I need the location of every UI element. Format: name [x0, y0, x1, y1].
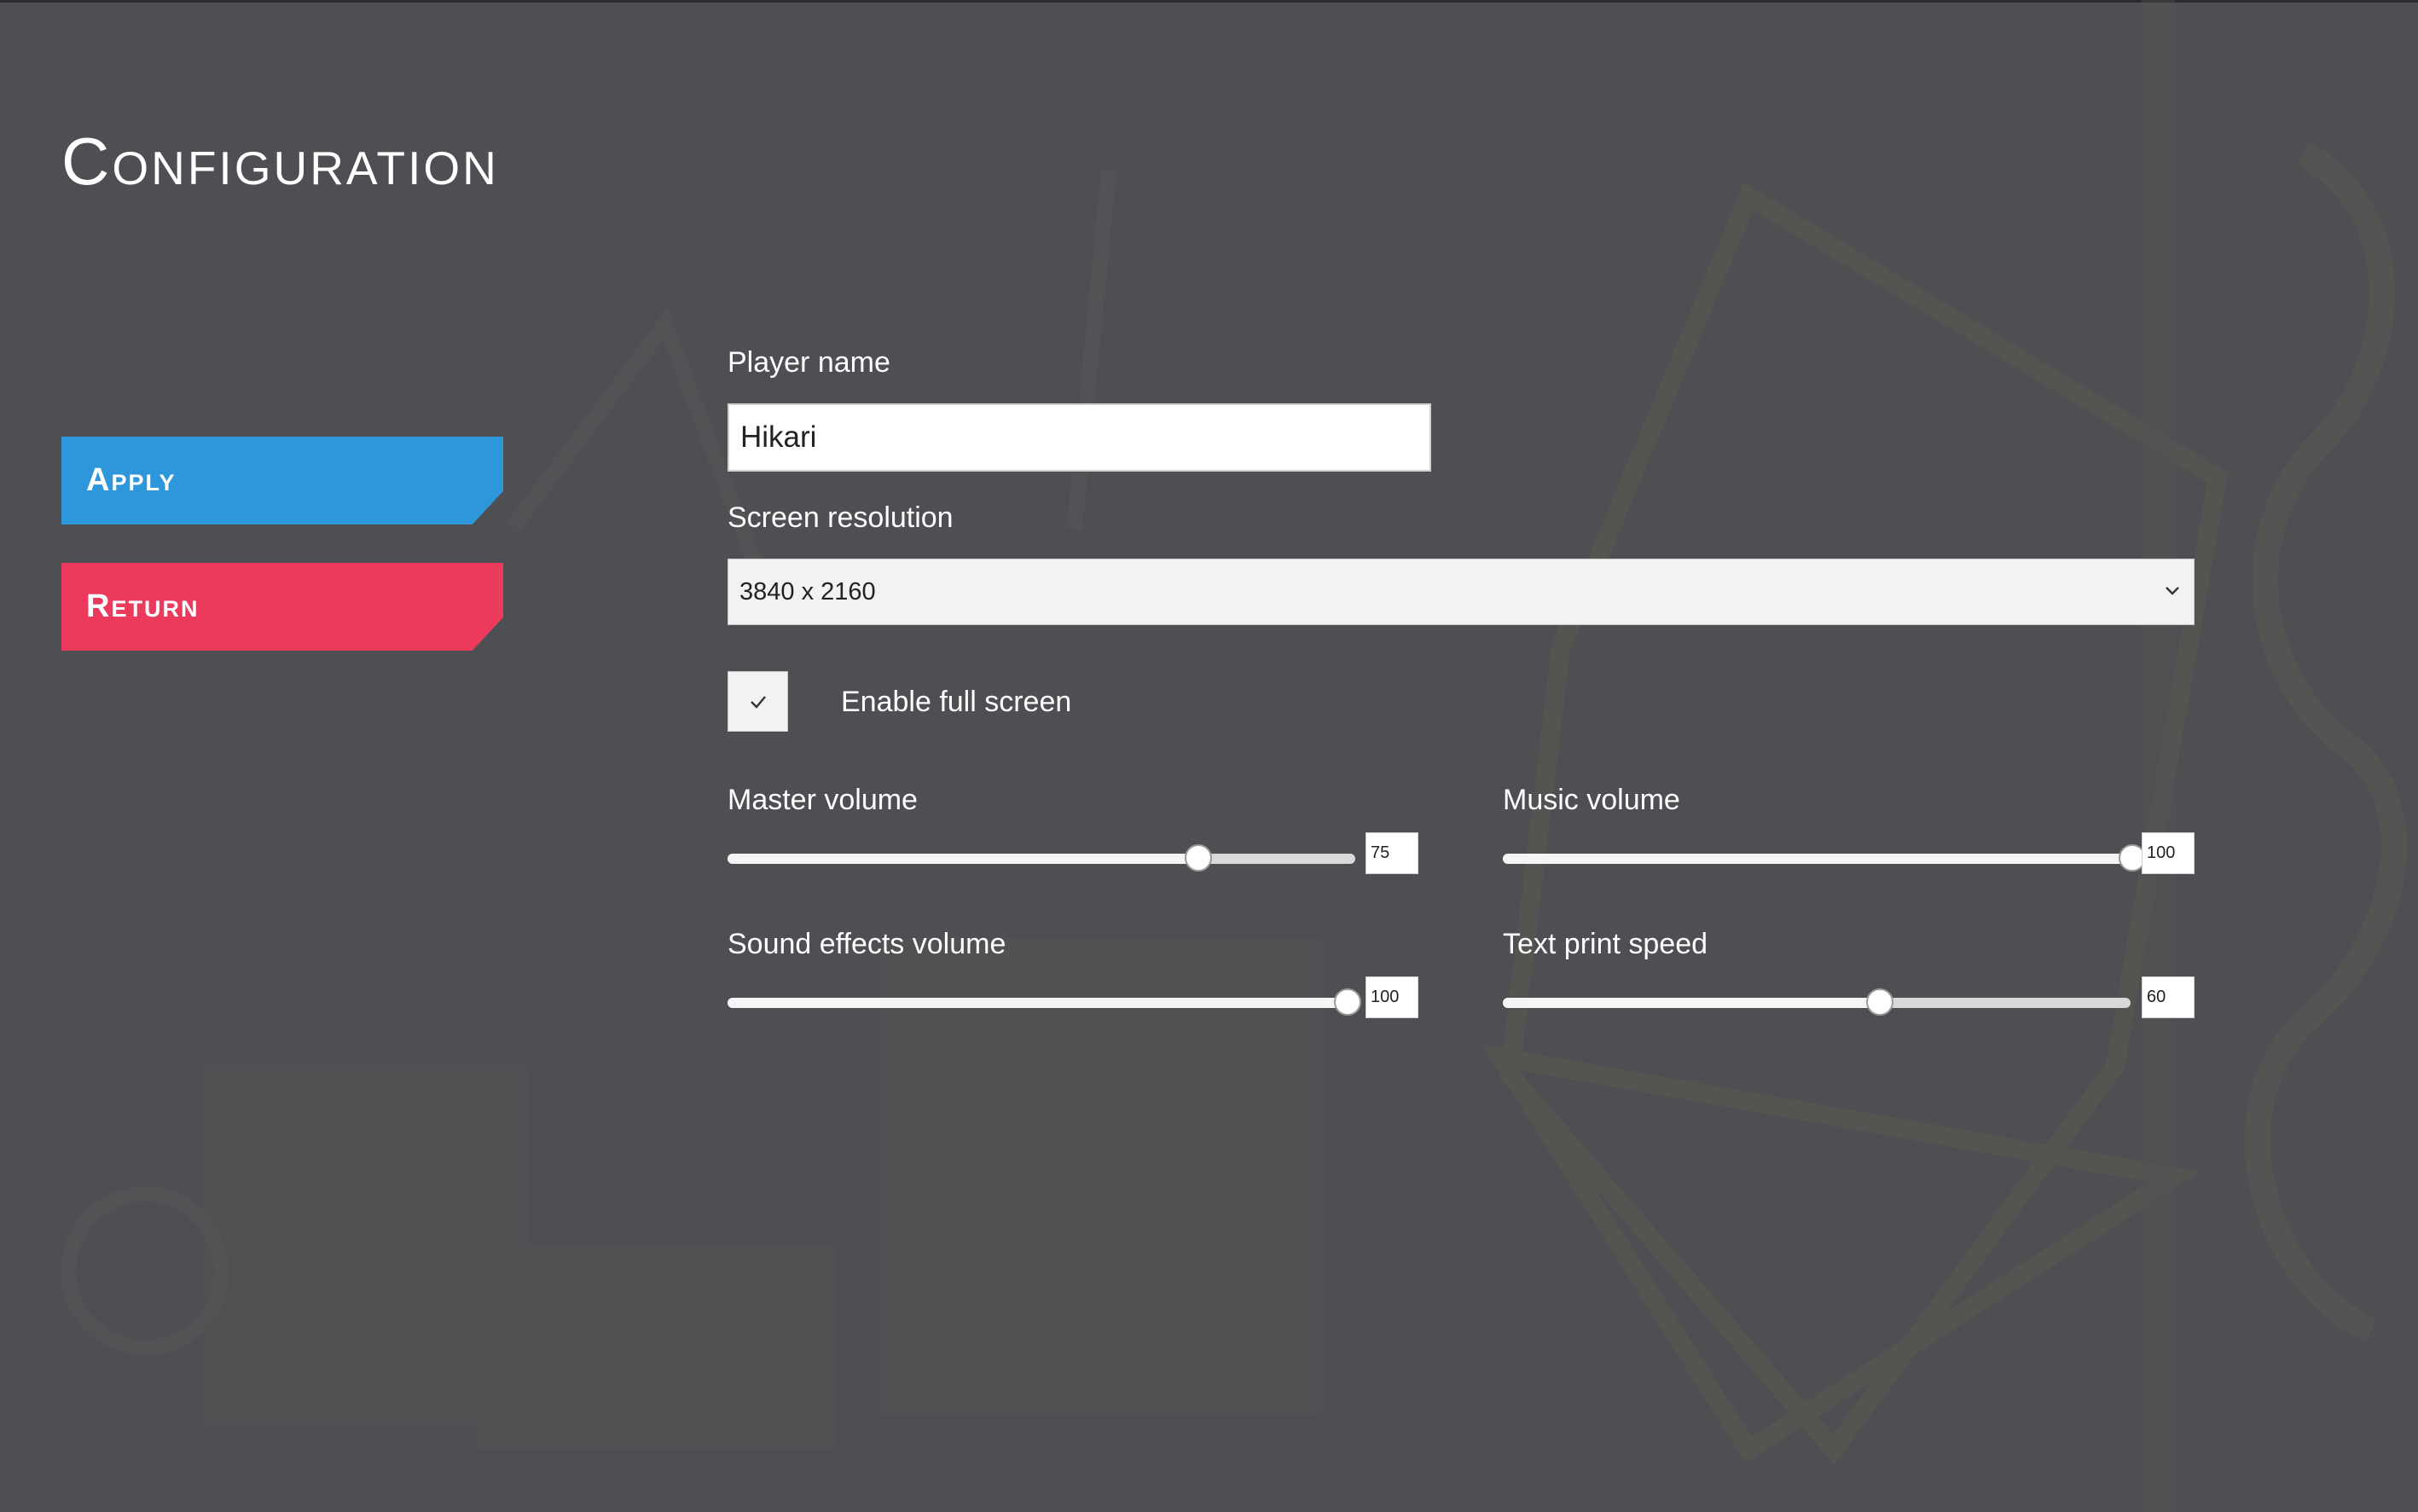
music-volume-label: Music volume	[1503, 784, 1680, 816]
background-artwork	[61, 0, 2407, 1512]
fullscreen-label: Enable full screen	[841, 686, 1072, 718]
master-volume-slider[interactable]	[728, 844, 1355, 872]
player-name-label: Player name	[728, 346, 890, 379]
checkmark-icon	[750, 695, 766, 709]
music-volume-slider[interactable]	[1503, 844, 2146, 872]
music-volume-slider-fill	[1503, 854, 2132, 864]
sfx-volume-value[interactable]: 100	[1366, 976, 1418, 1018]
master-volume-slider-fill	[728, 854, 1198, 864]
master-volume-label: Master volume	[728, 784, 918, 816]
screen-resolution-label: Screen resolution	[728, 501, 954, 534]
music-volume-value[interactable]: 100	[2142, 832, 2195, 874]
player-name-input[interactable]	[728, 403, 1431, 472]
chevron-down-icon	[2166, 587, 2179, 595]
screen-resolution-value: 3840 x 2160	[739, 577, 876, 605]
master-volume-slider-thumb[interactable]	[1185, 844, 1212, 872]
text-speed-slider-thumb[interactable]	[1865, 988, 1893, 1016]
text-speed-slider[interactable]	[1503, 988, 2131, 1016]
sfx-volume-slider-thumb[interactable]	[1334, 988, 1361, 1016]
apply-button[interactable]: Apply	[61, 437, 503, 524]
sfx-volume-slider[interactable]	[728, 988, 1361, 1016]
text-speed-value[interactable]: 60	[2142, 976, 2195, 1018]
return-button[interactable]: Return	[61, 563, 503, 651]
fullscreen-checkbox[interactable]	[728, 671, 788, 732]
page-title: Configuration	[61, 124, 499, 199]
master-volume-value[interactable]: 75	[1366, 832, 1418, 874]
sfx-volume-label: Sound effects volume	[728, 928, 1006, 960]
text-speed-label: Text print speed	[1503, 928, 1708, 960]
sfx-volume-slider-fill	[728, 998, 1348, 1008]
text-speed-slider-fill	[1503, 998, 1880, 1008]
screen-resolution-select[interactable]: 3840 x 2160	[728, 559, 2195, 625]
